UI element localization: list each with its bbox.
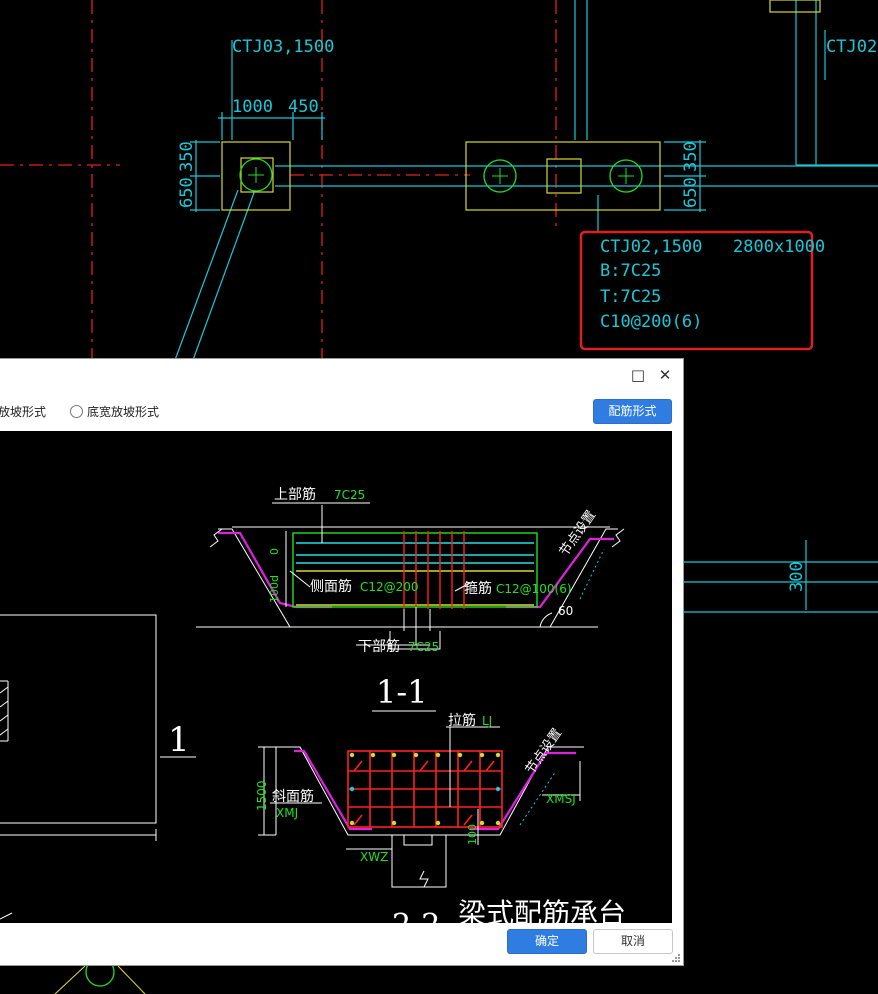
slope-rebar-value: XMJ: [276, 806, 298, 820]
top-rebar-value: 7C25: [334, 488, 365, 502]
dim-350-left: 350: [177, 141, 197, 172]
dim-1000: 1000: [232, 97, 273, 117]
rebar-form-button[interactable]: 配筋形式: [593, 399, 672, 424]
side-rebar-label: 侧面筋: [310, 578, 352, 595]
close-icon[interactable]: ✕: [655, 365, 675, 385]
rebar-preview-drawing: 1 上部筋 7C25 侧面筋 C12@200 箍筋 C12@100(6) 下部筋…: [0, 431, 672, 923]
maximize-icon[interactable]: □: [628, 365, 648, 385]
stirrup-label: 箍筋: [464, 580, 492, 597]
dim-650-left: 650: [177, 177, 197, 208]
option-slope-width[interactable]: 底宽放坡形式: [70, 403, 159, 420]
dim-100: 100: [466, 824, 479, 845]
ctj03-label: CTJ03,1500: [232, 37, 334, 57]
dim-1500: 1500: [255, 780, 269, 811]
section-2-2-title: 2-2: [392, 908, 440, 923]
drawing-title: 梁式配筋承台: [458, 897, 626, 923]
xwz-label: XWZ: [360, 850, 388, 864]
annot-line-2: B:7C25: [600, 261, 661, 281]
tie-rebar-value: LJ: [482, 714, 492, 728]
stirrup-value: C12@100(6): [496, 582, 572, 596]
tie-rebar-label: 拉筋: [448, 712, 476, 729]
xmsj-label: XMSJ: [546, 792, 576, 806]
top-rebar-label: 上部筋: [274, 486, 316, 503]
side-rebar-value: C12@200: [360, 580, 419, 594]
bottom-rebar-value: 7C25: [408, 640, 439, 654]
angle-60: 60: [558, 604, 573, 618]
dim-650-right: 650: [681, 177, 701, 208]
dim-350-right: 350: [681, 141, 701, 172]
dim-0: 0: [268, 548, 281, 555]
annot-line-4: C10@200(6): [600, 312, 702, 332]
bottom-rebar-label: 下部筋: [358, 638, 400, 655]
option-slope-degree[interactable]: 角度放坡形式: [0, 403, 46, 420]
dim-300: 300: [787, 561, 807, 592]
dim-100d: 100d: [268, 575, 281, 603]
rebar-settings-dialog: □ ✕ 角度放坡形式 底宽放坡形式 配筋形式 1: [0, 358, 684, 966]
resize-grip-icon[interactable]: [671, 953, 681, 963]
option-slope-degree-label: 角度放坡形式: [0, 405, 47, 419]
section-1-1-title: 1-1: [376, 673, 428, 711]
section-mark-1: 1: [168, 720, 190, 760]
radio-icon[interactable]: [70, 405, 83, 418]
option-slope-width-label: 底宽放坡形式: [87, 405, 160, 419]
dim-450: 450: [288, 97, 319, 117]
cancel-button[interactable]: 取消: [593, 929, 673, 954]
annot-line-3: T:7C25: [600, 287, 661, 307]
ctj02-label: CTJ02: [826, 37, 877, 57]
node-setting-label-2[interactable]: 节点设置: [523, 726, 565, 777]
ok-button[interactable]: 确定: [507, 929, 587, 954]
slope-rebar-label: 斜面筋: [272, 788, 314, 805]
annot-line-1: CTJ02,1500 2800x1000: [600, 237, 825, 257]
